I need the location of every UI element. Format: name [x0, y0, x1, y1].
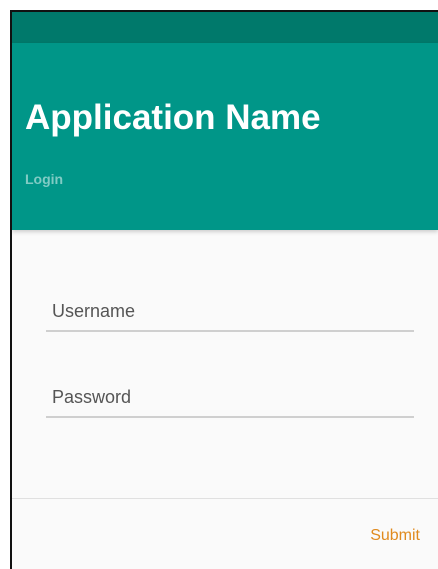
form-actions: Submit	[12, 499, 438, 569]
page-subtitle: Login	[25, 171, 64, 187]
login-form	[12, 230, 438, 498]
password-field	[46, 380, 414, 418]
password-input[interactable]	[46, 380, 414, 414]
submit-button[interactable]: Submit	[370, 523, 420, 549]
app-title: Application Name	[25, 98, 321, 137]
app-header: Application Name Login	[12, 43, 438, 230]
app-window: Application Name Login Submit	[10, 10, 438, 569]
username-field	[46, 294, 414, 332]
username-input[interactable]	[46, 294, 414, 328]
status-bar	[12, 12, 438, 43]
